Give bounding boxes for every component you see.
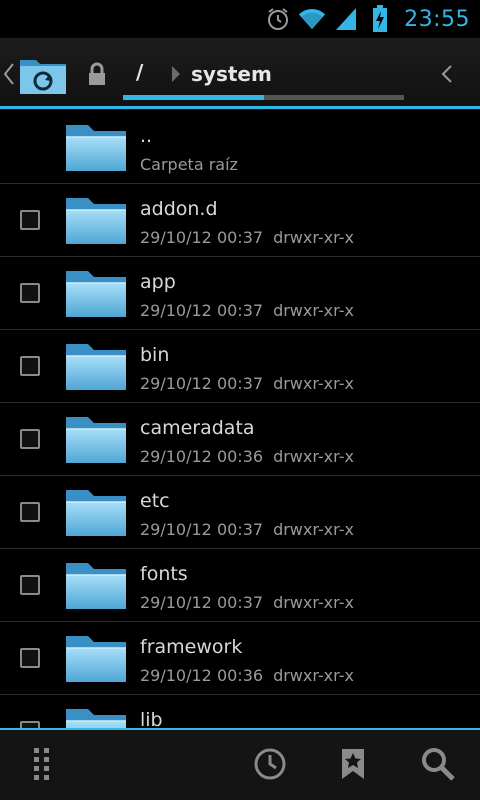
file-permissions: drwxr-xr-x (273, 374, 354, 393)
navigation-left-arrow-icon[interactable] (2, 60, 16, 88)
file-date: 29/10/12 00:37 (140, 301, 264, 320)
file-meta: 29/10/12 00:37 drwxr-xr-x (140, 228, 354, 247)
file-name: cameradata (140, 417, 255, 439)
bottom-action-bar (0, 728, 480, 800)
folder-icon (66, 636, 126, 682)
folder-icon (66, 563, 126, 609)
status-bar: 23:55 (0, 0, 480, 38)
file-list-item[interactable]: fonts 29/10/12 00:37 drwxr-xr-x (0, 549, 480, 622)
bookmark-icon (342, 749, 364, 779)
navbar-divider (0, 106, 480, 109)
file-name: etc (140, 490, 170, 512)
file-name: addon.d (140, 198, 218, 220)
file-permissions: drwxr-xr-x (273, 228, 354, 247)
file-date: 29/10/12 00:37 (140, 228, 264, 247)
folder-icon (66, 417, 126, 463)
file-meta: 29/10/12 00:37 drwxr-xr-x (140, 593, 354, 612)
bookmarks-button[interactable] (333, 744, 373, 784)
file-list-item[interactable]: cameradata 29/10/12 00:36 drwxr-xr-x (0, 403, 480, 476)
file-meta: 29/10/12 00:37 drwxr-xr-x (140, 301, 354, 320)
select-checkbox[interactable] (20, 502, 40, 522)
folder-refresh-icon[interactable] (18, 54, 68, 96)
file-meta: 29/10/12 00:36 drwxr-xr-x (140, 666, 354, 685)
file-list-item[interactable]: lib (0, 695, 480, 728)
wifi-icon (298, 5, 326, 33)
clock-time: 23:55 (404, 6, 470, 32)
file-meta: 29/10/12 00:37 drwxr-xr-x (140, 374, 354, 393)
file-date: 29/10/12 00:37 (140, 520, 264, 539)
file-list-item[interactable]: addon.d 29/10/12 00:37 drwxr-xr-x (0, 184, 480, 257)
folder-icon (66, 490, 126, 536)
select-checkbox[interactable] (20, 210, 40, 230)
file-subtitle: Carpeta raíz (140, 155, 238, 174)
folder-icon (66, 709, 126, 728)
folder-icon (66, 125, 126, 171)
file-permissions: drwxr-xr-x (273, 666, 354, 685)
file-date: 29/10/12 00:36 (140, 666, 264, 685)
battery-charging-icon (366, 5, 394, 33)
bottom-bar-divider (0, 728, 480, 730)
file-name: framework (140, 636, 243, 658)
menu-grid-icon (34, 748, 49, 780)
history-clock-icon (254, 748, 286, 780)
alarm-icon (264, 5, 292, 33)
file-date: 29/10/12 00:36 (140, 447, 264, 466)
file-name: fonts (140, 563, 188, 585)
select-checkbox[interactable] (20, 356, 40, 376)
file-permissions: drwxr-xr-x (273, 593, 354, 612)
file-list-item[interactable]: app 29/10/12 00:37 drwxr-xr-x (0, 257, 480, 330)
breadcrumb-root[interactable]: / (136, 60, 143, 84)
breadcrumb-collapse-arrow-icon[interactable] (440, 63, 454, 85)
search-icon (422, 748, 455, 781)
file-list-item[interactable]: framework 29/10/12 00:36 drwxr-xr-x (0, 622, 480, 695)
file-meta: 29/10/12 00:37 drwxr-xr-x (140, 520, 354, 539)
file-list-item[interactable]: bin 29/10/12 00:37 drwxr-xr-x (0, 330, 480, 403)
file-name: lib (140, 709, 163, 728)
select-checkbox[interactable] (20, 429, 40, 449)
file-list-item[interactable]: etc 29/10/12 00:37 drwxr-xr-x (0, 476, 480, 549)
folder-icon (66, 344, 126, 390)
file-name: bin (140, 344, 170, 366)
file-list[interactable]: .. Carpeta raíz addon.d 29/10/12 00:37 drwx… (0, 111, 480, 728)
file-name: app (140, 271, 176, 293)
select-checkbox[interactable] (20, 721, 40, 728)
file-permissions: drwxr-xr-x (273, 520, 354, 539)
loading-progress-bar (123, 95, 404, 100)
file-meta: 29/10/12 00:36 drwxr-xr-x (140, 447, 354, 466)
breadcrumb-separator-icon (172, 66, 180, 82)
file-list-item[interactable]: .. Carpeta raíz (0, 111, 480, 184)
select-checkbox[interactable] (20, 283, 40, 303)
search-button[interactable] (418, 744, 458, 784)
file-permissions: drwxr-xr-x (273, 301, 354, 320)
loading-progress-fill (123, 95, 264, 100)
file-name: .. (140, 125, 153, 147)
folder-icon (66, 271, 126, 317)
file-permissions: drwxr-xr-x (273, 447, 354, 466)
navigation-bar: / system (0, 38, 480, 110)
signal-icon (332, 5, 360, 33)
select-checkbox[interactable] (20, 648, 40, 668)
lock-icon[interactable] (86, 62, 108, 86)
history-button[interactable] (250, 744, 290, 784)
file-date: 29/10/12 00:37 (140, 593, 264, 612)
folder-icon (66, 198, 126, 244)
file-date: 29/10/12 00:37 (140, 374, 264, 393)
menu-grid-button[interactable] (22, 744, 62, 784)
select-checkbox[interactable] (20, 575, 40, 595)
breadcrumb-current[interactable]: system (191, 62, 272, 86)
